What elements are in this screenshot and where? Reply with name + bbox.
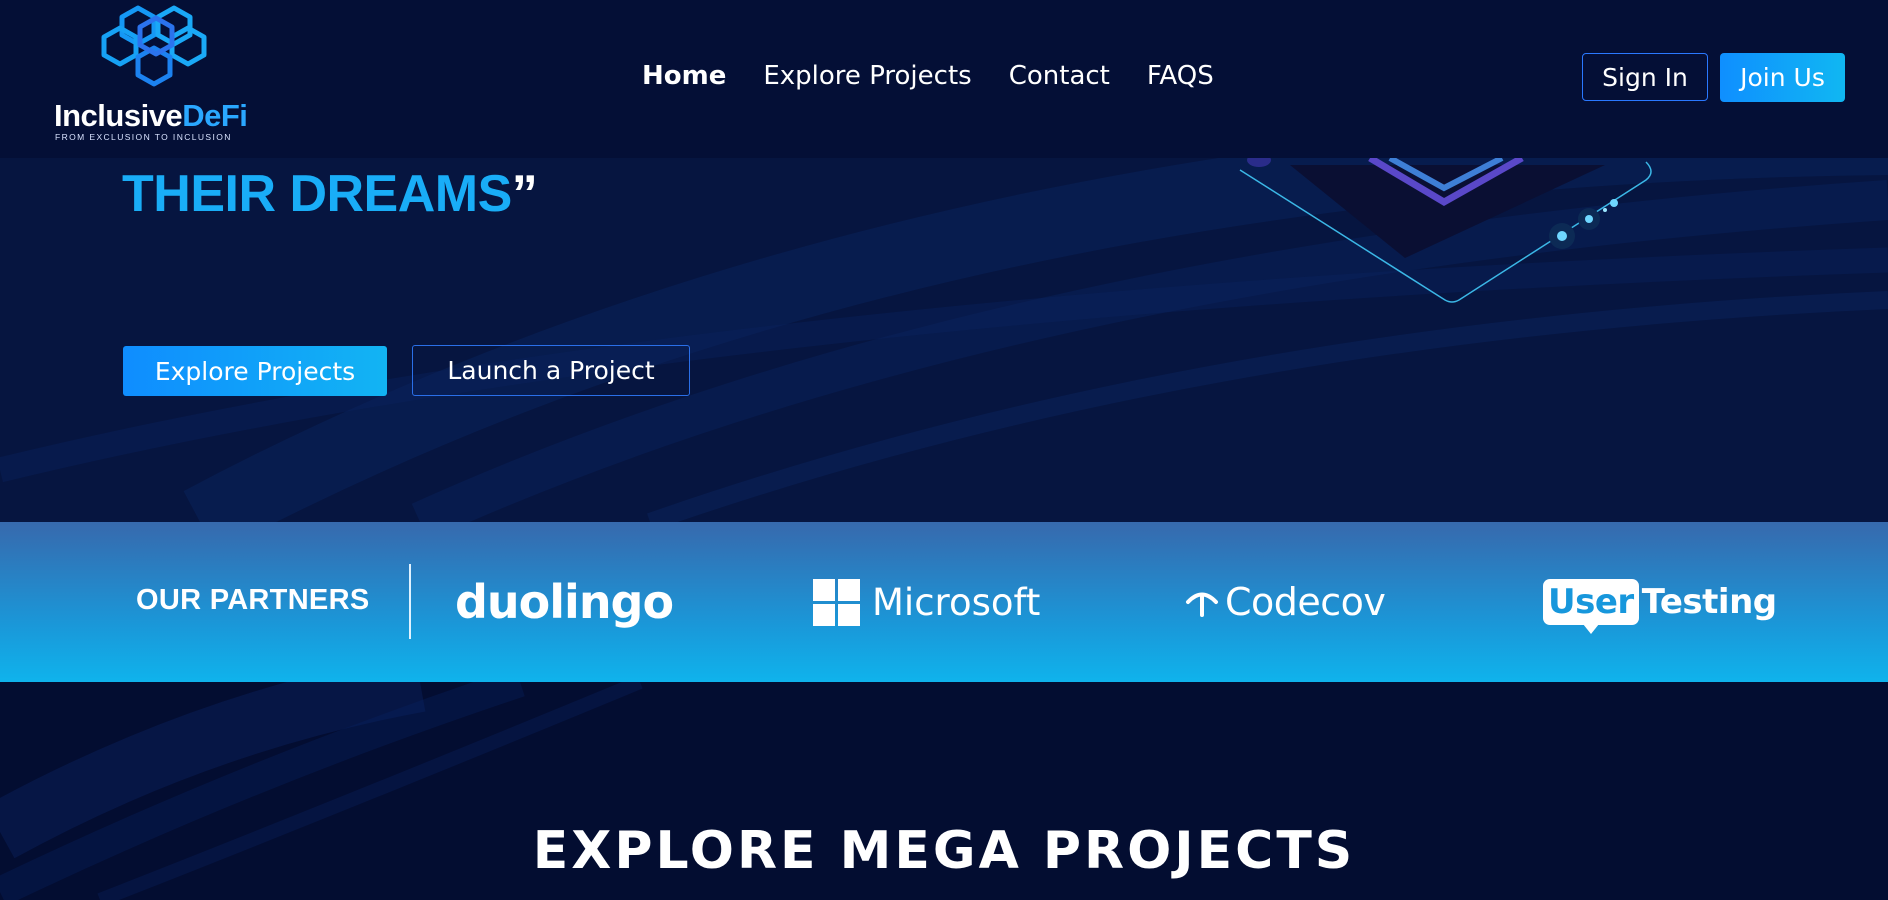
isometric-platform-illustration bbox=[1239, 153, 1652, 303]
hero-title-quote: ” bbox=[511, 165, 538, 223]
mega-projects-title: EXPLORE MEGA PROJECTS bbox=[532, 821, 1356, 882]
nav-home[interactable]: Home bbox=[642, 58, 726, 94]
usertesting-testing-text: Testing bbox=[1641, 582, 1777, 622]
partner-logo-microsoft: Microsoft bbox=[813, 522, 1040, 682]
partner-logo-codecov: Codecov bbox=[1185, 522, 1386, 682]
microsoft-windows-icon bbox=[813, 578, 860, 626]
partners-label: OUR PARTNERS bbox=[136, 584, 370, 616]
hero-title-text: THEIR DREAMS bbox=[122, 165, 512, 223]
nav-faqs[interactable]: FAQS bbox=[1147, 58, 1214, 94]
partner-logo-duolingo: duolingo bbox=[455, 522, 674, 682]
partners-divider bbox=[409, 564, 411, 639]
codecov-wordmark: Codecov bbox=[1225, 580, 1386, 624]
nav-contact[interactable]: Contact bbox=[1009, 58, 1110, 94]
partners-band: OUR PARTNERS duolingo Microsoft Codecov … bbox=[0, 522, 1888, 682]
microsoft-wordmark: Microsoft bbox=[872, 580, 1041, 624]
mega-projects-section: EXPLORE MEGA PROJECTS bbox=[0, 682, 1888, 900]
launch-project-button[interactable]: Launch a Project bbox=[412, 345, 690, 396]
logo-tagline: FROM EXCLUSION TO INCLUSION bbox=[55, 132, 232, 142]
partner-logo-usertesting: User Testing bbox=[1543, 522, 1777, 682]
usertesting-user-box: User bbox=[1543, 579, 1639, 634]
explore-projects-button[interactable]: Explore Projects bbox=[123, 346, 387, 396]
duolingo-wordmark: duolingo bbox=[455, 575, 674, 629]
logo-wordmark[interactable]: InclusiveDeFi bbox=[54, 98, 248, 134]
logo-word-inclusive: Inclusive bbox=[54, 98, 183, 133]
sign-in-button[interactable]: Sign In bbox=[1582, 53, 1708, 101]
codecov-umbrella-icon bbox=[1186, 592, 1218, 617]
logo-word-defi: DeFi bbox=[182, 98, 248, 133]
site-header: InclusiveDeFi FROM EXCLUSION TO INCLUSIO… bbox=[0, 0, 1888, 158]
hero-title: THEIR DREAMS” bbox=[122, 164, 538, 224]
main-nav: Home Explore Projects Contact FAQS bbox=[642, 58, 1214, 94]
nav-explore-projects[interactable]: Explore Projects bbox=[763, 58, 971, 94]
join-us-button[interactable]: Join Us bbox=[1720, 53, 1845, 102]
